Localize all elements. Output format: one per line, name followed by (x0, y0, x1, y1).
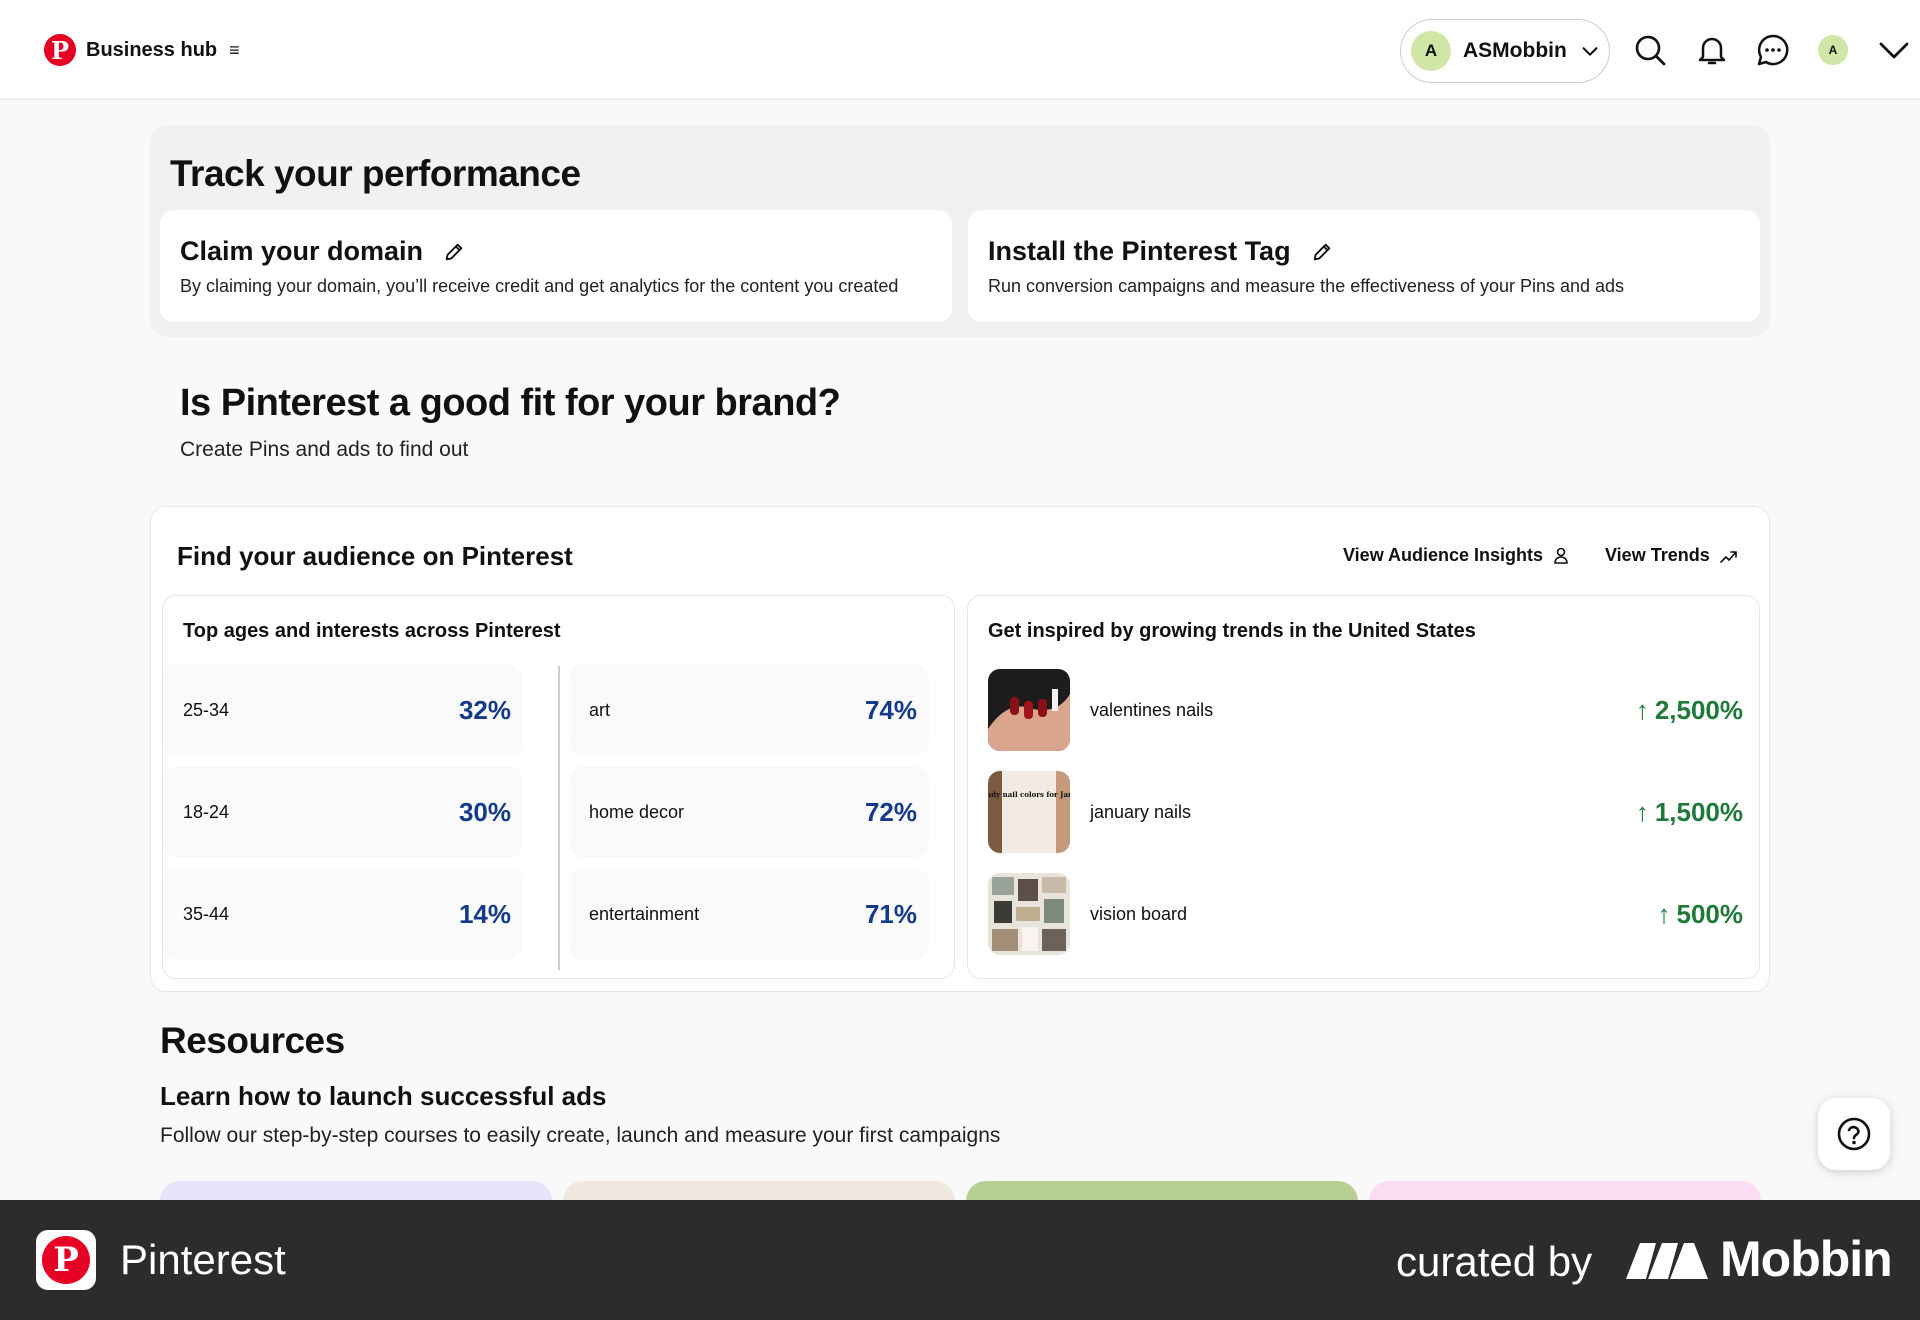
age-stat-row: 25-34 32% (163, 664, 523, 756)
trend-value: ↑ 2,500% (1635, 694, 1743, 725)
audience-section: Find your audience on Pinterest View Aud… (150, 506, 1770, 992)
growing-trends-title: Get inspired by growing trends in the Un… (988, 620, 1476, 642)
notifications-bell-icon[interactable] (1694, 32, 1730, 68)
interest-label: entertainment (589, 903, 700, 924)
arrow-up-icon: ↑ (1635, 694, 1649, 725)
good-fit-title: Is Pinterest a good fit for your brand? (180, 382, 841, 424)
vision-board-thumbnail (988, 873, 1070, 955)
view-trends-label: View Trends (1605, 545, 1710, 565)
trend-row[interactable]: 8 trendy nail colors for January january… (988, 768, 1743, 856)
trend-value: ↑ 500% (1657, 898, 1744, 929)
arrow-up-icon: ↑ (1657, 898, 1671, 929)
claim-domain-desc: By claiming your domain, you’ll receive … (180, 276, 899, 296)
interest-value: 71% (864, 898, 917, 929)
install-tag-card[interactable]: Install the Pinterest Tag Run conversion… (968, 210, 1760, 322)
view-trends-link[interactable]: View Trends (1605, 545, 1738, 566)
trend-row[interactable]: valentines nails ↑ 2,500% (988, 666, 1743, 754)
account-avatar: A (1411, 31, 1451, 71)
trend-value: ↑ 1,500% (1635, 796, 1743, 827)
person-icon (1554, 547, 1568, 564)
age-value: 30% (458, 796, 511, 827)
brand-title: Business hub (86, 38, 218, 61)
age-value: 32% (458, 694, 511, 725)
arrow-up-icon: ↑ (1635, 796, 1649, 827)
interest-value: 72% (864, 796, 917, 827)
thumbnail-text: 8 trendy nail colors for January (988, 790, 1070, 799)
hamburger-menu-icon[interactable]: ≡ (229, 40, 240, 61)
audience-title: Find your audience on Pinterest (177, 541, 573, 571)
trend-row[interactable]: vision board ↑ 500% (988, 870, 1743, 958)
growing-trends-panel: Get inspired by growing trends in the Un… (967, 595, 1760, 979)
interest-label: art (589, 699, 611, 720)
age-stat-row: 18-24 30% (163, 766, 523, 858)
trend-arrow-icon (1719, 550, 1737, 563)
edit-pencil-icon[interactable] (443, 241, 465, 263)
divider (558, 666, 560, 970)
track-performance-section: Track your performance Claim your domain… (150, 125, 1770, 337)
claim-domain-title: Claim your domain (180, 236, 424, 266)
top-ages-panel: Top ages and interests across Pinterest … (162, 595, 955, 979)
search-icon[interactable] (1632, 32, 1668, 68)
trend-label: january nails (1090, 801, 1192, 822)
resources-subtitle: Learn how to launch successful ads (160, 1081, 607, 1111)
profile-avatar[interactable]: A (1818, 35, 1848, 65)
age-label: 18-24 (183, 801, 230, 822)
age-label: 25-34 (183, 699, 230, 720)
help-question-icon (1837, 1117, 1871, 1151)
edit-pencil-icon[interactable] (1311, 241, 1333, 263)
pinterest-logo-icon[interactable]: P (44, 34, 76, 66)
top-ages-title: Top ages and interests across Pinterest (183, 620, 561, 642)
interest-stat-row: entertainment 71% (569, 868, 929, 960)
trend-label: valentines nails (1090, 699, 1214, 720)
install-tag-desc: Run conversion campaigns and measure the… (988, 276, 1625, 296)
view-audience-insights-label: View Audience Insights (1343, 545, 1544, 565)
account-switcher[interactable]: A ASMobbin (1400, 19, 1610, 83)
brand[interactable]: P Business hub ≡ (44, 34, 240, 66)
interest-label: home decor (589, 801, 685, 822)
january-nails-thumbnail: 8 trendy nail colors for January (988, 771, 1070, 853)
good-fit-subtitle: Create Pins and ads to find out (180, 438, 469, 461)
age-label: 35-44 (183, 903, 230, 924)
interest-stat-row: art 74% (569, 664, 929, 756)
claim-domain-card[interactable]: Claim your domain By claiming your domai… (160, 210, 952, 322)
resources-description: Follow our step-by-step courses to easil… (160, 1124, 1001, 1147)
track-performance-title: Track your performance (170, 153, 581, 194)
trend-label: vision board (1090, 903, 1188, 924)
footer-curated-by: curated by (1396, 1238, 1593, 1285)
view-audience-insights-link[interactable]: View Audience Insights (1343, 545, 1569, 566)
footer-app-name: Pinterest (120, 1236, 286, 1283)
footer-bar: P Pinterest curated by Mobbin (0, 1200, 1920, 1320)
chevron-down-icon (1582, 47, 1598, 56)
install-tag-title: Install the Pinterest Tag (988, 236, 1291, 266)
messages-icon[interactable] (1755, 32, 1791, 68)
age-stat-row: 35-44 14% (163, 868, 523, 960)
interest-value: 74% (864, 694, 917, 725)
account-name: ASMobbin (1463, 39, 1567, 62)
top-bar: P Business hub ≡ A ASMobbin A (0, 0, 1920, 100)
pinterest-app-icon: P (36, 1230, 96, 1290)
age-value: 14% (458, 898, 511, 929)
valentines-nails-thumbnail (988, 669, 1070, 751)
accounts-chevron-down-icon[interactable] (1876, 32, 1912, 68)
mobbin-mark-icon (1626, 1243, 1708, 1279)
mobbin-wordmark: Mobbin (1720, 1231, 1893, 1287)
help-button[interactable] (1818, 1098, 1890, 1170)
mobbin-logo: Mobbin (1626, 1230, 1893, 1288)
resources-title: Resources (160, 1020, 345, 1061)
interest-stat-row: home decor 72% (569, 766, 929, 858)
